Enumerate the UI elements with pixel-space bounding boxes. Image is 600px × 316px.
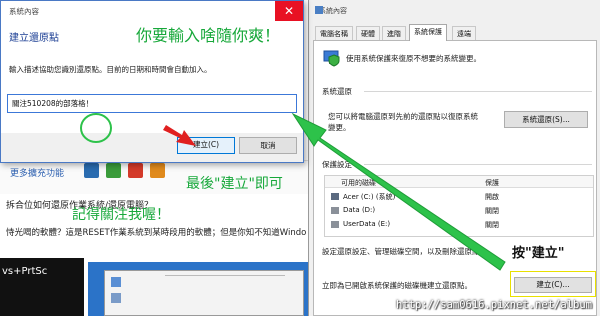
green-arrow-annotation: [291, 112, 506, 271]
red-arrow-annotation: [163, 125, 196, 146]
tab-system-protection[interactable]: 系統保護: [409, 24, 447, 41]
watermark-url: http://sam0616.pixnet.net/album: [396, 299, 592, 311]
green-circle-annotation: [80, 113, 112, 143]
annotation-note-4: 按"建立": [510, 242, 567, 261]
annotation-note-2: 最後"建立"即可: [186, 176, 283, 192]
annotation-overlay: [80, 112, 506, 271]
annotation-note-3: 記得關注我喔！: [72, 207, 170, 223]
annotation-note-1: 你要輸入啥隨你爽！: [136, 26, 281, 45]
